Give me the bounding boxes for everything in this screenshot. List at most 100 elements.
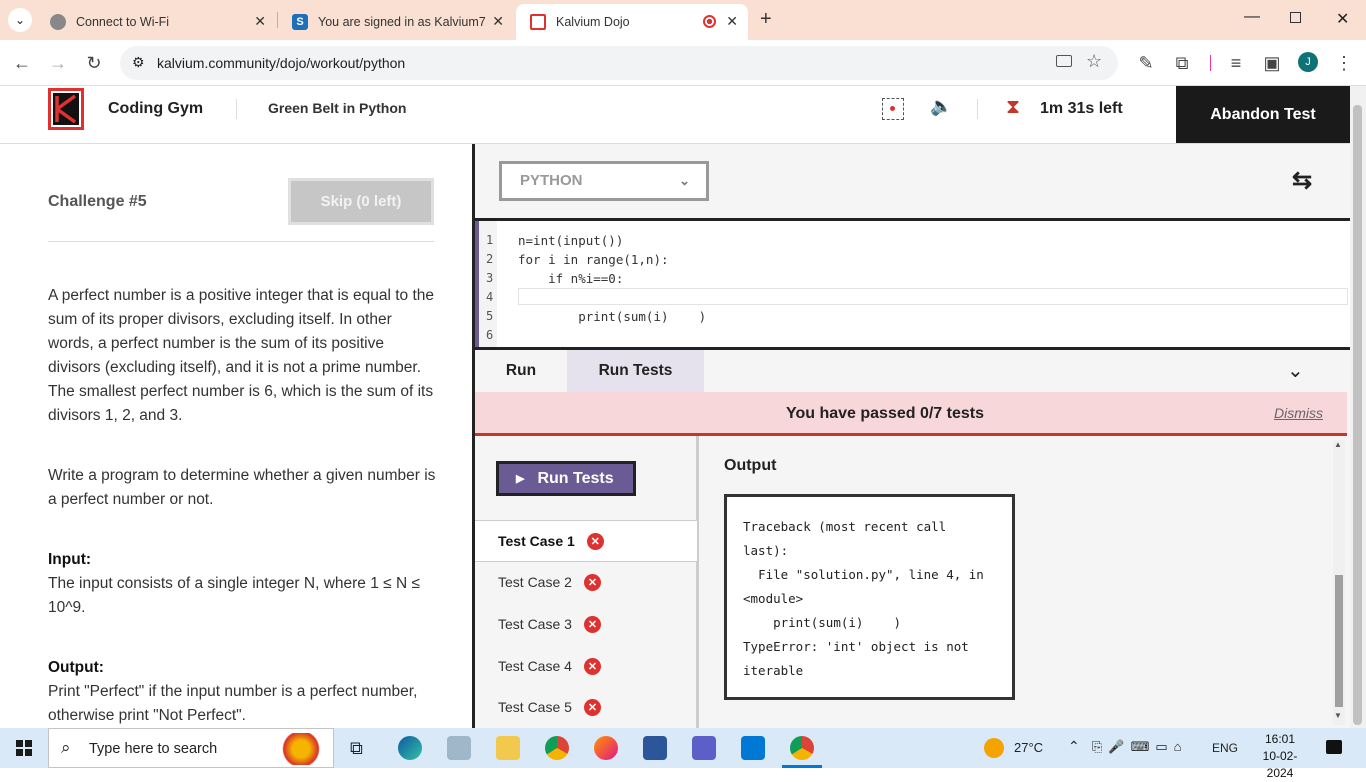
tab-title: Kalvium Dojo	[556, 15, 630, 29]
menu-icon[interactable]: ⋮	[1332, 52, 1356, 74]
test-case-item[interactable]: Test Case 5 ✕	[475, 686, 697, 728]
test-result-banner: You have passed 0/7 tests Dismiss	[475, 392, 1347, 436]
input-text: The input consists of a single integer N…	[48, 575, 420, 616]
tab-run-tests[interactable]: Run Tests	[567, 350, 704, 392]
line-number: 6	[486, 328, 494, 342]
teams-icon[interactable]	[692, 736, 716, 760]
site-settings-icon[interactable]: ⚙	[132, 54, 145, 71]
reload-icon[interactable]: ↻	[82, 52, 106, 74]
kalvium-logo[interactable]	[48, 88, 84, 130]
profile-avatar[interactable]: J	[1298, 52, 1318, 72]
test-case-item[interactable]: Test Case 1 ✕	[475, 520, 697, 562]
challenge-title: Challenge #5	[48, 193, 147, 210]
test-case-label: Test Case 5	[498, 699, 572, 715]
close-icon[interactable]: ✕	[492, 13, 504, 30]
timer-text: 1m 31s left	[1040, 100, 1123, 117]
tab-search-icon[interactable]: ⌄	[8, 8, 32, 32]
url-text: kalvium.community/dojo/workout/python	[157, 55, 406, 71]
fail-icon: ✕	[583, 573, 601, 591]
task-view-icon[interactable]: ⧉	[350, 738, 363, 759]
forward-icon[interactable]: →	[46, 52, 70, 74]
tab-wifi[interactable]: Connect to Wi-Fi ✕	[36, 4, 276, 40]
windows-start-icon[interactable]	[16, 740, 32, 756]
code-line: for i in range(1,n):	[518, 252, 669, 267]
close-icon[interactable]: ✕	[726, 13, 738, 30]
code-editor[interactable]: 1 2 3 4 5 6 n=int(input()) for i in rang…	[475, 218, 1350, 350]
tab-run[interactable]: Run	[475, 350, 567, 392]
line-number: 2	[486, 252, 494, 266]
notifications-icon[interactable]	[1326, 740, 1342, 754]
line-number: 5	[486, 309, 494, 323]
vscode-icon[interactable]	[741, 736, 765, 760]
cursor-line	[518, 288, 1348, 305]
chevron-down-icon: ⌄	[679, 173, 690, 188]
taskbar-search[interactable]: ⌕ Type here to search	[48, 728, 334, 768]
scroll-down-icon[interactable]: ▼	[1334, 711, 1342, 720]
chrome-active-icon[interactable]	[790, 736, 814, 760]
line-number: 3	[486, 271, 494, 285]
tab-kalvium-dojo[interactable]: Kalvium Dojo ✕	[516, 4, 748, 40]
code-line: n=int(input())	[518, 233, 624, 248]
camera-status-icon	[882, 98, 904, 120]
tab-signed-in[interactable]: S You are signed in as Kalvium7 ✕	[278, 4, 514, 40]
media-icon[interactable]: ≡	[1224, 52, 1248, 74]
problem-description: A perfect number is a positive integer t…	[48, 287, 435, 424]
weather-text[interactable]: 27°C	[1014, 740, 1043, 755]
test-case-item[interactable]: Test Case 4 ✕	[475, 645, 697, 687]
fail-icon: ✕	[583, 615, 601, 633]
sidepanel-icon[interactable]: ▣	[1260, 52, 1284, 74]
restore-icon[interactable]	[1290, 12, 1301, 23]
output-scroll-thumb[interactable]	[1335, 575, 1343, 707]
belt-title: Green Belt in Python	[268, 100, 407, 116]
scroll-up-icon[interactable]: ▲	[1334, 440, 1342, 449]
app-icon[interactable]	[447, 736, 471, 760]
tray-icons[interactable]: ⎘🎤⌨▭⌂	[1092, 739, 1188, 755]
tab-title: Connect to Wi-Fi	[76, 15, 170, 29]
new-tab-icon[interactable]: +	[760, 8, 772, 31]
problem-panel	[0, 144, 472, 728]
line-number: 1	[486, 233, 494, 247]
search-placeholder: Type here to search	[89, 741, 218, 757]
weather-icon[interactable]	[984, 738, 1004, 758]
file-explorer-icon[interactable]	[496, 736, 520, 760]
recording-icon	[703, 15, 716, 28]
camera-icon[interactable]	[1056, 55, 1072, 67]
hourglass-icon: ⧗	[1006, 96, 1021, 118]
test-case-item[interactable]: Test Case 3 ✕	[475, 603, 697, 645]
close-window-icon[interactable]: ✕	[1336, 9, 1349, 29]
minimize-icon[interactable]: —	[1244, 8, 1260, 26]
collapse-chevron-icon[interactable]: ⌄	[1287, 358, 1304, 383]
fail-icon: ✕	[583, 657, 601, 675]
globe-icon	[50, 14, 66, 30]
search-icon: ⌕	[61, 738, 71, 757]
line-gutter: 1 2 3 4 5 6	[475, 221, 497, 347]
search-highlight-icon	[277, 733, 325, 765]
skip-button[interactable]: Skip (0 left)	[288, 178, 434, 225]
chrome-icon[interactable]	[545, 736, 569, 760]
language-indicator[interactable]: ENG	[1212, 741, 1238, 755]
close-icon[interactable]: ✕	[254, 13, 266, 30]
test-case-item[interactable]: Test Case 2 ✕	[475, 561, 697, 603]
run-tests-button[interactable]: ▶ Run Tests	[496, 461, 636, 496]
test-case-label: Test Case 4	[498, 658, 572, 674]
page-scroll-thumb[interactable]	[1353, 105, 1362, 725]
word-icon[interactable]	[643, 736, 667, 760]
edge-icon[interactable]	[398, 736, 422, 760]
extensions-icon[interactable]: ⧉	[1170, 52, 1194, 74]
kalvium-icon	[530, 14, 546, 30]
tray-chevron-icon[interactable]: ⌃	[1068, 738, 1080, 755]
swap-layout-icon[interactable]: ⇆	[1292, 166, 1312, 195]
abandon-test-button[interactable]: Abandon Test	[1176, 86, 1350, 143]
address-bar-row: ← → ↻ ⚙ kalvium.community/dojo/workout/p…	[0, 40, 1366, 86]
firefox-icon[interactable]	[594, 736, 618, 760]
clock[interactable]: 16:01 10-02-2024	[1250, 731, 1310, 782]
pen-icon[interactable]: ✎	[1134, 52, 1158, 74]
url-field[interactable]: ⚙ kalvium.community/dojo/workout/python …	[120, 46, 1118, 80]
language-select[interactable]: PYTHON ⌄	[499, 161, 709, 201]
star-icon[interactable]: ☆	[1086, 51, 1102, 72]
back-icon[interactable]: ←	[10, 52, 34, 74]
audio-muted-icon: 🔈	[930, 96, 953, 116]
language-value: PYTHON	[520, 172, 583, 189]
dismiss-link[interactable]: Dismiss	[1274, 405, 1323, 421]
test-case-label: Test Case 3	[498, 616, 572, 632]
